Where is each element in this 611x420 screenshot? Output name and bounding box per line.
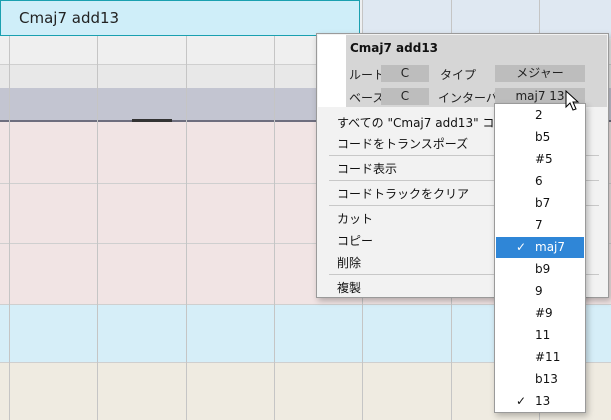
menu-transpose-chords[interactable]: コードをトランスポーズ [337,135,468,152]
type-selector[interactable]: メジャー [495,65,585,82]
grid-vline [9,0,10,420]
interval-option-label: b9 [535,262,551,276]
menu-duplicate[interactable]: 複製 [337,279,361,296]
interval-option[interactable]: 7 [496,215,584,236]
grid-vline [274,0,275,420]
interval-option-label: 9 [535,284,543,298]
interval-option[interactable]: ✓ maj7 [496,237,584,258]
interval-option[interactable]: b7 [496,193,584,214]
interval-option[interactable]: b13 [496,369,584,390]
bass-label: ベース [349,91,385,105]
interval-option[interactable]: b9 [496,259,584,280]
interval-option[interactable]: 9 [496,281,584,302]
bass-selector[interactable]: C [381,88,429,105]
interval-option[interactable]: 11 [496,325,584,346]
interval-option-label: #9 [535,306,553,320]
interval-option-label: b13 [535,372,558,386]
checkmark-icon: ✓ [516,394,527,408]
interval-option-label: 7 [535,218,543,232]
grid-vline [97,0,98,420]
interval-option-label: maj7 [535,240,566,254]
root-label: ルート [349,68,386,82]
divider-handle[interactable] [132,119,172,122]
interval-option[interactable]: #9 [496,303,584,324]
chord-event-label: Cmaj7 add13 [19,9,120,27]
interval-option-label: 6 [535,174,543,188]
interval-option-label: #11 [535,350,561,364]
mouse-pointer-icon [565,90,580,111]
root-selector[interactable]: C [381,65,429,82]
interval-option-label: b7 [535,196,551,210]
interval-option-label: 13 [535,394,551,408]
interval-option-label: b5 [535,130,551,144]
interval-option-label: 2 [535,108,543,122]
chord-editor-panel: Cmaj7 add13 ルート C タイプ メジャー ベース C インターバル … [318,35,607,107]
menu-chord-display[interactable]: コード表示 [337,160,397,177]
chord-editor-title: Cmaj7 add13 [350,41,439,55]
menu-delete[interactable]: 削除 [337,254,361,271]
interval-option-label: 11 [535,328,551,342]
menu-copy[interactable]: コピー [337,232,373,249]
type-label: タイプ [440,68,477,82]
grid-vline [186,0,187,420]
interval-dropdown-list: 2 b5 #5 6 b7 7 ✓ maj7 b9 9 #9 11 #11 b13 ✓ 13 [494,103,586,413]
interval-option[interactable]: 6 [496,171,584,192]
interval-option[interactable]: ✓ 13 [496,391,584,412]
checkmark-icon: ✓ [516,240,527,254]
menu-clear-chord-track[interactable]: コードトラックをクリア [337,185,469,202]
interval-option-label: #5 [535,152,553,166]
interval-option[interactable]: #5 [496,149,584,170]
interval-option[interactable]: b5 [496,127,584,148]
menu-cut[interactable]: カット [337,210,373,227]
interval-option[interactable]: #11 [496,347,584,368]
chord-event-block[interactable]: Cmaj7 add13 [0,0,360,36]
panel-strip [318,35,346,107]
